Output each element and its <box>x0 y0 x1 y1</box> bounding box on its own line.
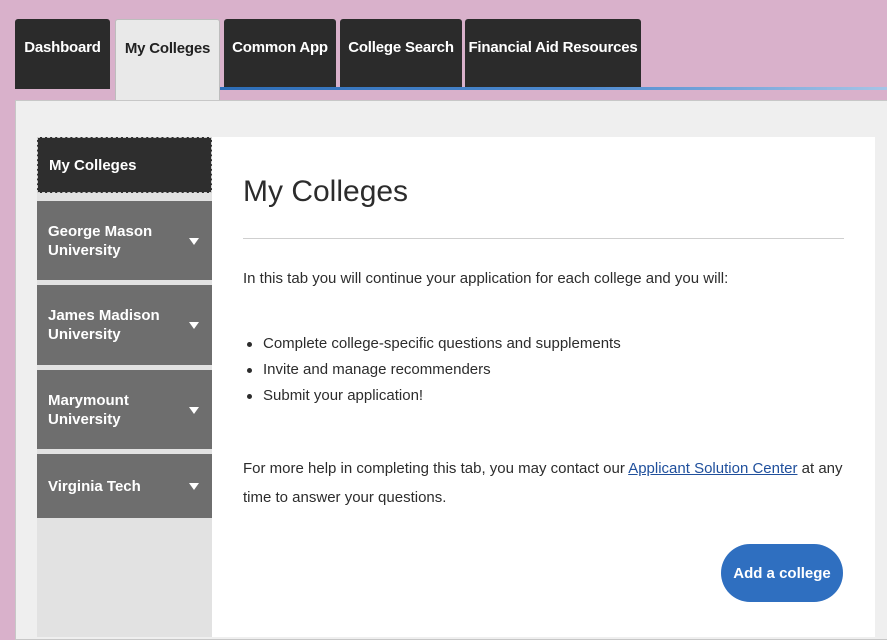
page-title: My Colleges <box>243 175 409 208</box>
tab-my-colleges[interactable]: My Colleges <box>115 19 220 101</box>
tab-label: My Colleges <box>124 40 211 57</box>
tab-label: College Search <box>348 39 454 56</box>
sidebar-item-label: My Colleges <box>49 156 137 174</box>
sidebar-item-label: George Mason University <box>48 222 153 259</box>
task-list: Complete college-specific questions and … <box>243 331 621 409</box>
sidebar-item-james-madison-university[interactable]: James Madison University <box>37 285 212 365</box>
tab-label: Common App <box>232 39 328 56</box>
list-item: Submit your application! <box>243 383 621 409</box>
bullet-icon <box>247 342 252 347</box>
list-item-text: Invite and manage recommenders <box>263 361 491 378</box>
caret-down-icon <box>189 237 199 245</box>
top-tab-bar: Dashboard My Colleges Common App College… <box>0 0 887 101</box>
tab-financial-aid-resources[interactable]: Financial Aid Resources <box>465 19 641 89</box>
tab-label: Financial Aid Resources <box>468 39 638 56</box>
sidebar-item-label: James Madison University <box>48 307 160 343</box>
list-item-text: Submit your application! <box>263 387 424 404</box>
tab-common-app[interactable]: Common App <box>224 19 336 89</box>
bullet-icon <box>247 394 252 399</box>
caret-down-icon <box>189 322 199 329</box>
sidebar-item-label: Virginia Tech <box>48 477 141 495</box>
add-a-college-button[interactable]: Add a college <box>721 544 843 602</box>
tab-accent-line <box>220 87 887 90</box>
sidebar-item-my-colleges[interactable]: My Colleges <box>37 137 212 193</box>
list-item-text: Complete college-specific questions and … <box>263 335 621 352</box>
sidebar-item-label: Marymount University <box>48 391 129 428</box>
sidebar-item-virginia-tech[interactable]: Virginia Tech <box>37 454 212 518</box>
sidebar-item-george-mason-university[interactable]: George Mason University <box>37 201 212 280</box>
tab-label: Dashboard <box>24 39 101 56</box>
sidebar: My Colleges George Mason University Jame… <box>37 137 212 637</box>
intro-text: In this tab you will continue your appli… <box>243 270 729 287</box>
list-item: Complete college-specific questions and … <box>243 331 621 357</box>
list-item: Invite and manage recommenders <box>243 357 621 383</box>
tab-dashboard[interactable]: Dashboard <box>15 19 110 89</box>
caret-down-icon <box>189 483 199 490</box>
applicant-solution-center-link[interactable]: Applicant Solution Center <box>628 460 797 477</box>
main-content: My Colleges In this tab you will continu… <box>212 137 875 637</box>
bullet-icon <box>247 368 252 373</box>
tab-college-search[interactable]: College Search <box>340 19 462 89</box>
caret-down-icon <box>189 406 199 414</box>
sidebar-item-marymount-university[interactable]: Marymount University <box>37 370 212 449</box>
help-prefix: For more help in completing this tab, yo… <box>243 460 629 477</box>
title-divider <box>243 238 844 239</box>
help-text: For more help in completing this tab, yo… <box>243 454 853 512</box>
